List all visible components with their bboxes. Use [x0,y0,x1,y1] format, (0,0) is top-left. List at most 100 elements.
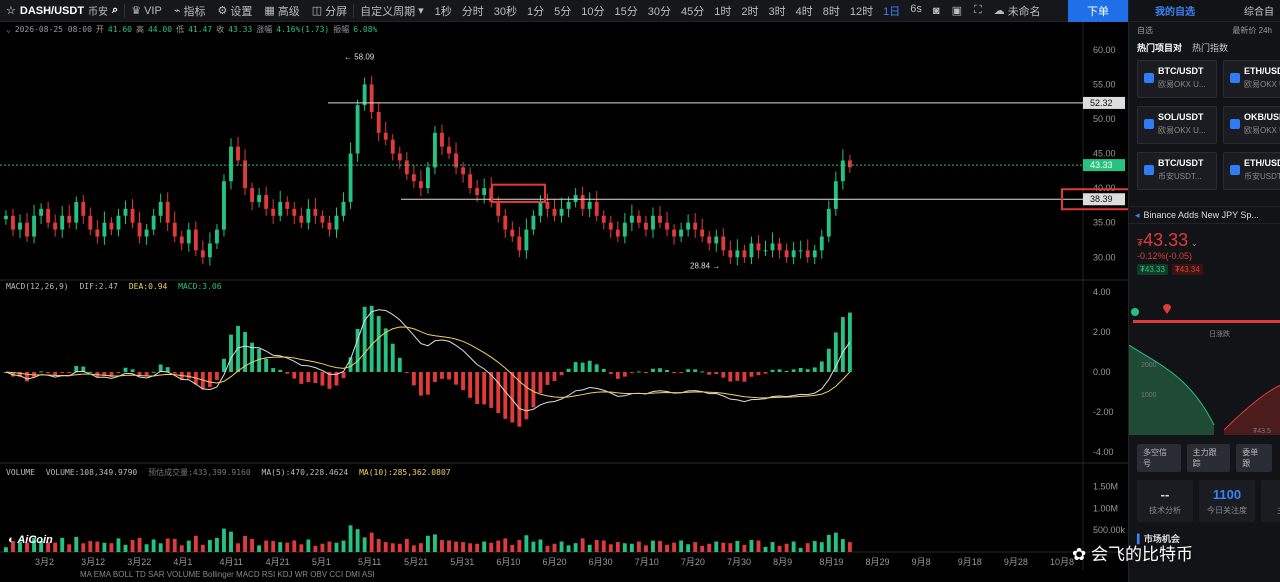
candle [313,208,318,216]
tab-overview[interactable]: 综合自 [1244,3,1274,18]
candle [397,153,402,161]
volume-bar [742,544,747,552]
volume-bar [573,543,578,552]
volume-bar [545,545,550,552]
candle [60,215,65,230]
date-tick: 9月8 [912,557,931,567]
macd-bar [151,371,156,373]
price-tick: 45.00 [1093,149,1116,159]
macd-bar [137,372,142,375]
macd-bar [777,369,782,372]
candle [46,208,51,223]
watch-card[interactable]: ETH/USDT 欧易OKX U... [1223,60,1280,98]
checkbox-icon[interactable] [1144,119,1154,129]
volume-bar [95,541,100,552]
volume-bar [672,542,677,552]
date-tick: 5月11 [358,557,381,567]
macd-bar [552,372,557,381]
tab-hot-index[interactable]: 热门指数 [1192,41,1228,54]
news-ticker[interactable]: ◂ Binance Adds New JPY Sp... [1129,206,1280,224]
macd-bar [418,372,423,396]
macd-bar [67,372,72,373]
volume-bar [257,545,262,552]
candle [130,208,135,223]
candle [376,112,381,133]
macd-bar [39,371,44,373]
candle [390,139,395,154]
candle [545,201,550,209]
candle [847,160,852,168]
tab-hot-pairs[interactable]: 热门项目对 [1137,41,1182,54]
stat-card[interactable]: 15 主力净 [1261,480,1280,522]
candle [812,250,817,258]
checkbox-icon[interactable] [1144,73,1154,83]
candle [306,208,311,223]
volume-bar [74,536,79,552]
candle [102,222,107,237]
low-marker-icon [1131,308,1139,316]
signal-button[interactable]: 主力跟踪 [1186,444,1231,472]
candle [222,181,226,230]
macd-bar [672,372,677,374]
checkbox-icon[interactable] [1230,73,1240,83]
macd-bar [172,372,177,374]
card-exchange: 欧易OKX U... [1158,126,1206,135]
watch-header: 自选 最新价 24h [1129,22,1280,38]
checkbox-icon[interactable] [1230,119,1240,129]
macd-bar [566,368,571,372]
checkbox-icon[interactable] [1230,165,1240,175]
chevron-down-icon[interactable]: ⌄ [1188,238,1199,248]
macd-bar [658,368,662,372]
candle [404,160,409,175]
volume-bar [693,542,698,552]
volume-bar [123,544,128,552]
volume-bar [243,535,247,552]
candle [109,222,114,230]
volume-bar [791,541,796,552]
indicator-tabs[interactable]: MA EMA BOLL TD SAR VOLUME Bollinger MACD… [0,570,1128,582]
volume-bar [538,539,543,552]
price-value: 43.33 [1143,230,1189,250]
signal-button[interactable]: 多空信号 [1137,444,1181,472]
date-tick: 5月21 [404,557,428,567]
stat-card[interactable]: 1100 今日关注度 [1199,480,1255,522]
candle [622,222,627,237]
volume-bar [679,540,684,552]
volume-value: VOLUME:108,349.9790 [45,468,138,477]
macd-bar [130,369,135,372]
volume-bar [531,541,536,552]
volume-bar [369,532,374,552]
candle [4,215,8,220]
watch-card[interactable]: OKB/USDT 欧易OKX U... [1223,106,1280,144]
price-tick: 40.00 [1093,183,1116,193]
macd-bar [362,306,367,372]
watch-card[interactable]: SOL/USDT 欧易OKX U... [1137,106,1217,144]
volume-bar [67,544,72,552]
stat-card[interactable]: -- 技术分析 [1137,480,1193,522]
macd-bar [573,362,578,372]
candle [510,229,515,237]
volume-bar [552,543,557,552]
watch-card[interactable]: BTC/USDT 币安USDT... [1137,152,1217,190]
candle [236,146,240,161]
current-price: ₮43.33 ⌄ [1129,224,1280,251]
macd-bar [503,372,508,419]
watch-card[interactable]: ETH/USDT 币安USDT... [1223,152,1280,190]
tab-watchlist[interactable]: 我的自选 [1155,3,1195,18]
price-tick: 50.00 [1093,114,1116,124]
candle [798,250,803,252]
candle [819,236,824,251]
volume-bar [440,540,444,552]
candlestick-chart[interactable]: 60.00 55.00 50.00 45.00 40.00 35.00 30.00 52.32… [0,0,1128,582]
signal-button[interactable]: 委单跟 [1236,444,1273,472]
macd-bar [826,348,831,372]
macd-bar [636,371,641,373]
volume-bar [840,539,845,552]
stat-value: 1100 [1212,487,1242,502]
candle [538,201,543,216]
bid-badge: ₮43.33 [1137,264,1168,275]
volume-bar [566,545,571,552]
macd-bar [840,317,845,372]
checkbox-icon[interactable] [1144,165,1154,175]
watch-card[interactable]: BTC/USDT 欧易OKX U... [1137,60,1217,98]
